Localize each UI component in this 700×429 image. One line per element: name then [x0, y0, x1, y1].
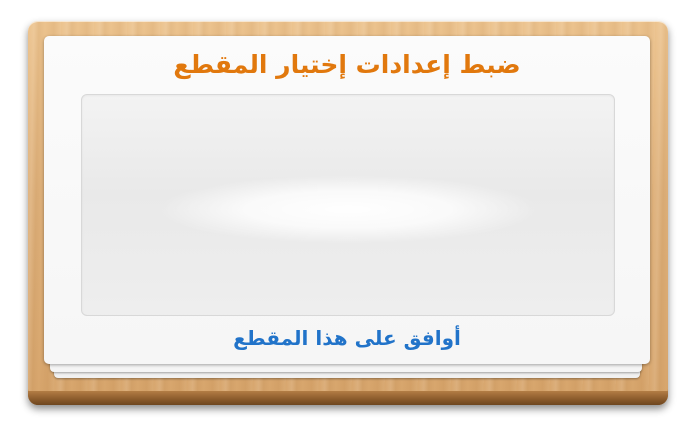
stage: ضبط إعدادات إختيار المقطع أوافق على هذا …	[0, 0, 700, 429]
clip-preview-area[interactable]	[81, 94, 615, 316]
dialog-title: ضبط إعدادات إختيار المقطع	[173, 50, 521, 79]
agree-clip-button[interactable]: أوافق على هذا المقطع	[44, 326, 650, 350]
dialog-paper: ضبط إعدادات إختيار المقطع أوافق على هذا …	[44, 36, 650, 364]
